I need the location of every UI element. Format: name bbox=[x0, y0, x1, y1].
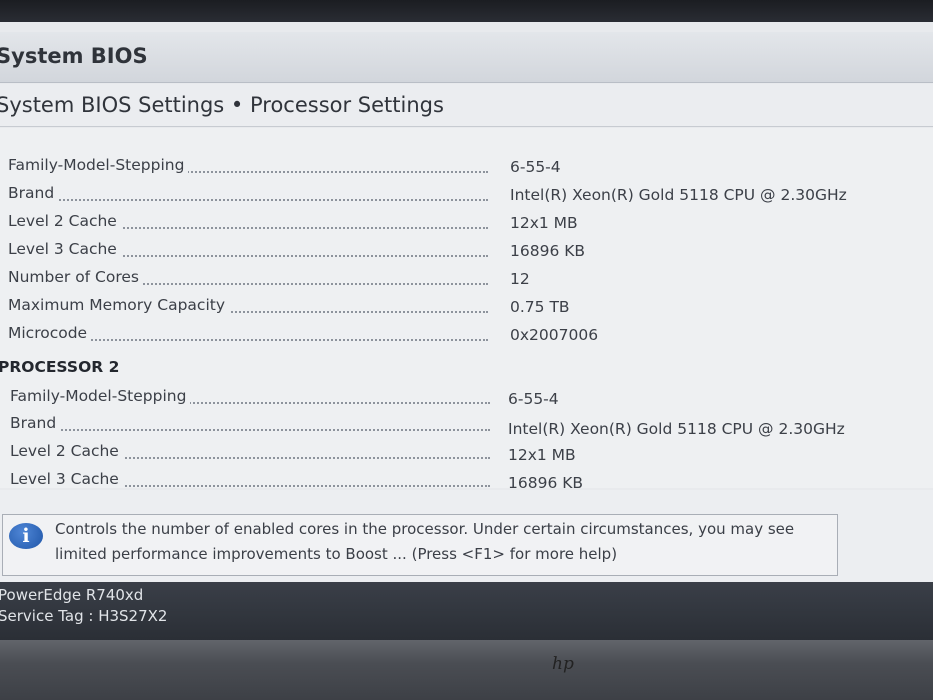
setting-value: 12x1 MB bbox=[510, 214, 578, 232]
hp-logo: ℎ𝑝 bbox=[552, 654, 574, 674]
section-header: System BIOS Settings • Processor Setting… bbox=[0, 84, 933, 127]
setting-value: 16896 KB bbox=[510, 242, 586, 260]
setting-row-p2-brand[interactable]: Brand bbox=[10, 414, 490, 440]
setting-value: Intel(R) Xeon(R) Gold 5118 CPU @ 2.30GHz bbox=[510, 186, 847, 204]
footer: PowerEdge R740xd Service Tag : H3S27X2 bbox=[0, 582, 933, 642]
setting-row-number-of-cores[interactable]: Number of Cores bbox=[8, 268, 488, 294]
setting-label: Number of Cores bbox=[8, 268, 144, 286]
help-area: i Controls the number of enabled cores i… bbox=[0, 490, 933, 582]
setting-value: 6-55-4 bbox=[508, 390, 559, 408]
setting-row-maximum-memory-capacity[interactable]: Maximum Memory Capacity bbox=[8, 296, 488, 322]
setting-label: Level 2 Cache bbox=[10, 442, 123, 460]
setting-value: 6-55-4 bbox=[510, 158, 561, 176]
setting-value: Intel(R) Xeon(R) Gold 5118 CPU @ 2.30GHz bbox=[508, 420, 845, 438]
bios-screen: System BIOS System BIOS Settings • Proce… bbox=[0, 22, 933, 642]
setting-label: Maximum Memory Capacity bbox=[8, 296, 229, 314]
service-tag: Service Tag : H3S27X2 bbox=[0, 607, 168, 625]
leader-dots bbox=[10, 429, 490, 431]
setting-value: 0.75 TB bbox=[510, 298, 570, 316]
settings-content: Family-Model-Stepping 6-55-4 Brand Intel… bbox=[0, 128, 933, 492]
setting-row-p2-level2-cache[interactable]: Level 2 Cache bbox=[10, 442, 490, 468]
leader-dots bbox=[8, 199, 488, 201]
setting-row-brand[interactable]: Brand bbox=[8, 184, 488, 210]
setting-label: Family-Model-Stepping bbox=[10, 387, 191, 405]
title-bar: System BIOS bbox=[0, 32, 933, 83]
setting-value: 0x2007006 bbox=[510, 326, 599, 344]
monitor-bezel-top bbox=[0, 0, 933, 24]
server-model: PowerEdge R740xd bbox=[0, 586, 144, 604]
setting-label: Family-Model-Stepping bbox=[8, 156, 189, 174]
setting-label: Level 3 Cache bbox=[8, 240, 121, 258]
setting-row-level2-cache[interactable]: Level 2 Cache bbox=[8, 212, 488, 238]
setting-row-level3-cache[interactable]: Level 3 Cache bbox=[8, 240, 488, 266]
setting-value: 12x1 MB bbox=[508, 446, 576, 464]
setting-label: Brand bbox=[8, 184, 59, 202]
setting-label: Microcode bbox=[8, 324, 92, 342]
page-title: System BIOS Settings • Processor Setting… bbox=[0, 93, 444, 117]
help-text: Controls the number of enabled cores in … bbox=[55, 520, 795, 563]
info-icon: i bbox=[9, 523, 43, 549]
setting-label: Level 2 Cache bbox=[8, 212, 121, 230]
setting-row-family-model-stepping[interactable]: Family-Model-Stepping bbox=[8, 156, 488, 182]
setting-row-p2-family-model-stepping[interactable]: Family-Model-Stepping bbox=[10, 387, 490, 413]
setting-label: Brand bbox=[10, 414, 61, 432]
setting-row-microcode[interactable]: Microcode bbox=[8, 324, 488, 350]
monitor-bezel-bottom: ℎ𝑝 bbox=[0, 640, 933, 700]
window-title: System BIOS bbox=[0, 44, 148, 68]
help-box: i Controls the number of enabled cores i… bbox=[2, 514, 838, 576]
setting-label: Level 3 Cache bbox=[10, 470, 123, 488]
setting-value: 12 bbox=[510, 270, 530, 288]
processor-2-heading: PROCESSOR 2 bbox=[0, 358, 120, 376]
